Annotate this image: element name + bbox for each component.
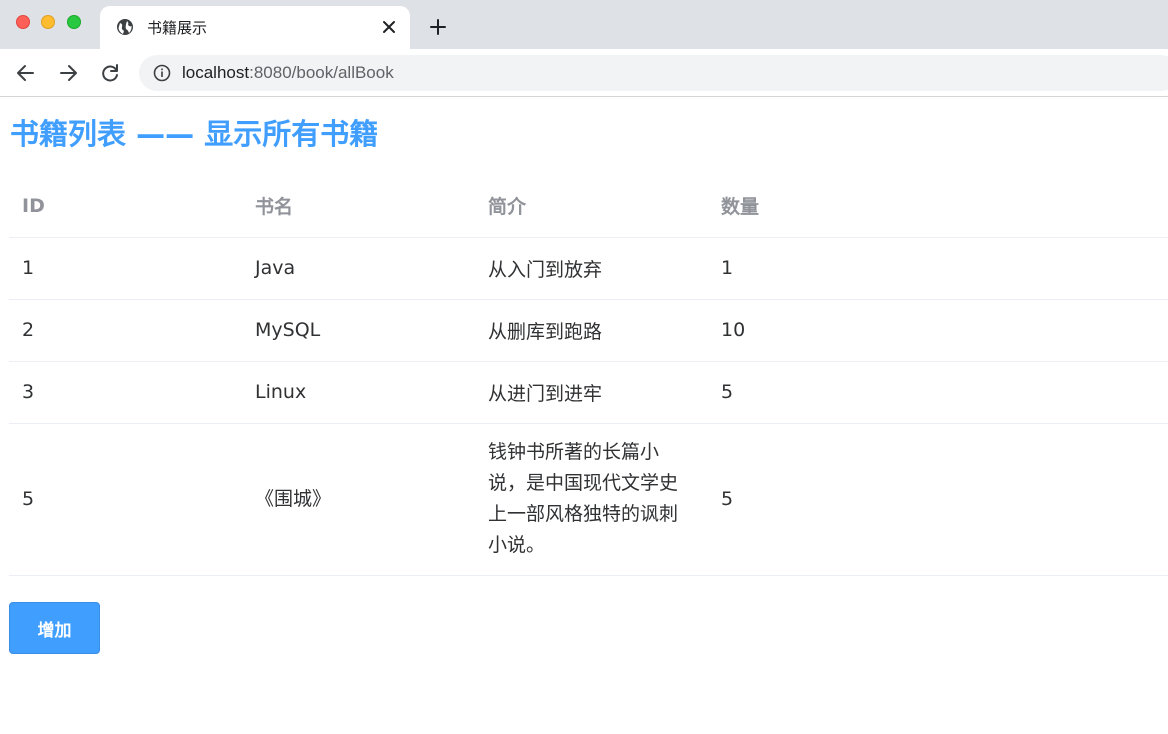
cell-book-name: Java: [242, 237, 475, 300]
header-id: ID: [9, 175, 242, 238]
cell-quantity: 10: [708, 299, 1168, 362]
address-bar[interactable]: localhost:8080/book/allBook: [139, 55, 1168, 91]
cell-quantity: 1: [708, 237, 1168, 300]
globe-icon: [117, 19, 133, 35]
browser-tab[interactable]: 书籍展示: [100, 6, 410, 49]
url-text: localhost:8080/book/allBook: [182, 63, 394, 83]
maximize-window-button[interactable]: [67, 15, 81, 29]
close-tab-icon[interactable]: [380, 18, 398, 36]
reload-icon[interactable]: [99, 62, 121, 84]
tab-title: 书籍展示: [147, 19, 208, 37]
table-row: 5 《围城》 钱钟书所著的长篇小说，是中国现代文学史上一部风格独特的讽刺小说。 …: [9, 423, 1168, 576]
cell-book-name: Linux: [242, 361, 475, 424]
forward-arrow-icon[interactable]: [57, 62, 79, 84]
new-tab-icon[interactable]: [428, 17, 448, 37]
book-table: ID 书名 简介 数量 1 Java 从入门到放弃 1 2 MySQL 从删库到…: [9, 175, 1168, 576]
url-path: :8080/book/allBook: [249, 63, 394, 82]
cell-book-name: MySQL: [242, 299, 475, 362]
header-quantity: 数量: [708, 175, 1168, 238]
url-host: localhost: [182, 63, 250, 82]
cell-id: 1: [9, 237, 242, 300]
table-row: 2 MySQL 从删库到跑路 10: [9, 299, 1168, 362]
page-content: 书籍列表 —— 显示所有书籍 ID 书名 简介 数量 1 Java 从入门到放弃…: [0, 97, 1168, 734]
minimize-window-button[interactable]: [41, 15, 55, 29]
table-header-row: ID 书名 简介 数量: [9, 175, 1168, 238]
cell-description: 钱钟书所著的长篇小说，是中国现代文学史上一部风格独特的讽刺小说。: [475, 423, 708, 576]
cell-description: 从入门到放弃: [475, 237, 708, 300]
add-book-button[interactable]: 增加: [9, 602, 100, 654]
header-description: 简介: [475, 175, 708, 238]
table-row: 3 Linux 从进门到进牢 5: [9, 361, 1168, 424]
header-book-name: 书名: [242, 175, 475, 238]
cell-book-name: 《围城》: [242, 423, 475, 576]
cell-quantity: 5: [708, 423, 1168, 576]
page-title: 书籍列表 —— 显示所有书籍: [10, 117, 379, 151]
table-row: 1 Java 从入门到放弃 1: [9, 237, 1168, 300]
cell-id: 3: [9, 361, 242, 424]
cell-description: 从进门到进牢: [475, 361, 708, 424]
close-window-button[interactable]: [16, 15, 30, 29]
info-icon[interactable]: [153, 64, 171, 82]
browser-toolbar: localhost:8080/book/allBook: [0, 49, 1168, 97]
cell-id: 5: [9, 423, 242, 576]
browser-tab-bar: 书籍展示: [0, 0, 1168, 49]
cell-quantity: 5: [708, 361, 1168, 424]
cell-description: 从删库到跑路: [475, 299, 708, 362]
back-arrow-icon[interactable]: [15, 62, 37, 84]
cell-id: 2: [9, 299, 242, 362]
